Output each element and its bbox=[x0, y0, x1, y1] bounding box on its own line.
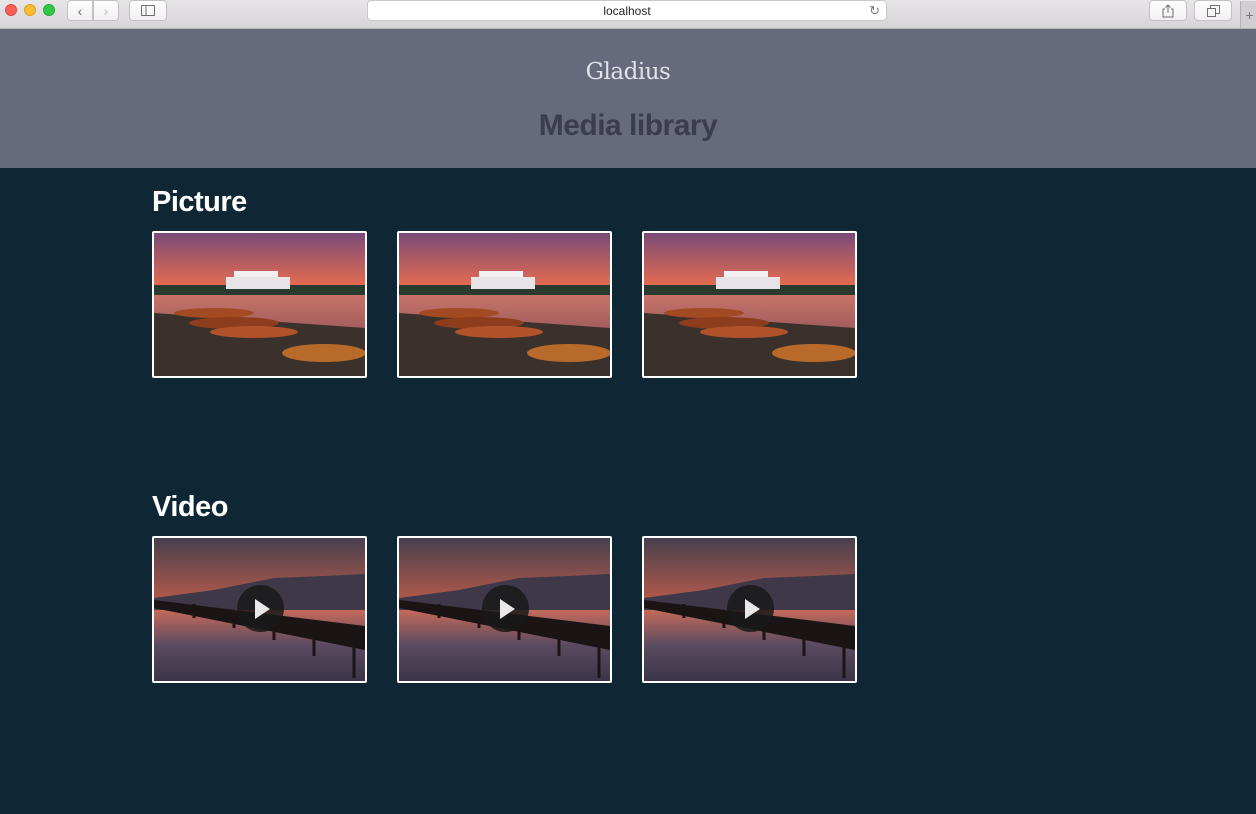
picture-image bbox=[154, 233, 365, 376]
plus-icon: + bbox=[1245, 6, 1254, 23]
zoom-window-button[interactable] bbox=[43, 4, 55, 16]
page-header: Gladius Media library bbox=[0, 29, 1256, 168]
browser-toolbar: ‹ › localhost ↻ + bbox=[0, 0, 1256, 29]
address-bar[interactable]: localhost ↻ bbox=[367, 0, 887, 21]
sidebar-icon bbox=[141, 5, 155, 16]
play-icon[interactable] bbox=[727, 585, 774, 632]
video-thumbnail-1[interactable] bbox=[152, 536, 367, 683]
video-thumbnail-2[interactable] bbox=[397, 536, 612, 683]
picture-thumbnail-2[interactable] bbox=[397, 231, 612, 378]
url-text: localhost bbox=[603, 3, 651, 18]
picture-image bbox=[644, 233, 855, 376]
back-button[interactable]: ‹ bbox=[67, 0, 93, 21]
new-tab-button[interactable]: + bbox=[1240, 1, 1256, 28]
show-tabs-button[interactable] bbox=[1194, 0, 1232, 21]
video-thumbnail-3[interactable] bbox=[642, 536, 857, 683]
close-window-button[interactable] bbox=[5, 4, 17, 16]
share-icon bbox=[1162, 3, 1174, 17]
brand-logo[interactable]: Gladius bbox=[0, 59, 1256, 85]
play-icon[interactable] bbox=[482, 585, 529, 632]
play-icon[interactable] bbox=[237, 585, 284, 632]
sidebar-toggle-button[interactable] bbox=[129, 0, 167, 21]
reload-icon[interactable]: ↻ bbox=[869, 3, 880, 19]
picture-thumbnail-1[interactable] bbox=[152, 231, 367, 378]
picture-section-title: Picture bbox=[152, 186, 247, 218]
forward-button[interactable]: › bbox=[93, 0, 119, 21]
minimize-window-button[interactable] bbox=[24, 4, 36, 16]
chevron-right-icon: › bbox=[103, 2, 109, 19]
video-section-title: Video bbox=[152, 491, 228, 523]
picture-thumbnail-3[interactable] bbox=[642, 231, 857, 378]
share-button[interactable] bbox=[1149, 0, 1187, 21]
page-title: Media library bbox=[538, 109, 718, 142]
chevron-left-icon: ‹ bbox=[77, 2, 83, 19]
tabs-icon bbox=[1206, 4, 1220, 17]
picture-image bbox=[399, 233, 610, 376]
